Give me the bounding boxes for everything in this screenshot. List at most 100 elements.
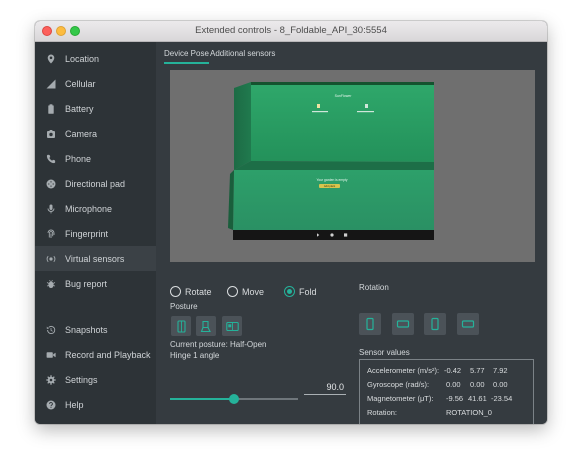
- tab-device-pose[interactable]: Device Pose: [164, 49, 209, 64]
- sidebar-item-settings[interactable]: Settings: [35, 367, 156, 392]
- mode-fold-label: Fold: [299, 286, 317, 297]
- device-pose-preview[interactable]: SunFlower Your garden is empty Add plant: [170, 70, 535, 262]
- radio-indicator: [227, 286, 238, 297]
- sensors-icon: [46, 254, 56, 264]
- sensor-values-label: Sensor values: [359, 348, 410, 357]
- history-icon: [46, 325, 56, 335]
- sidebar-item-fingerprint[interactable]: Fingerprint: [35, 221, 156, 246]
- posture-label: Posture: [170, 302, 198, 311]
- sensor-value: 7.92: [493, 366, 508, 375]
- sidebar-item-snapshots[interactable]: Snapshots: [35, 317, 156, 342]
- sidebar-item-label: Help: [65, 399, 84, 410]
- rotation-reverse-portrait-button[interactable]: [424, 313, 446, 335]
- hinge-angle-slider[interactable]: [170, 394, 298, 404]
- slider-fill: [170, 398, 234, 400]
- sidebar-item-label: Virtual sensors: [65, 253, 125, 264]
- sensor-value-rotation: ROTATION_0: [446, 408, 492, 417]
- device-screen-prompt: Your garden is empty: [316, 178, 347, 182]
- rotation-portrait-button[interactable]: [359, 313, 381, 335]
- sensor-value: 0.00: [493, 380, 508, 389]
- mode-rotate-label: Rotate: [185, 286, 212, 297]
- sensor-name-magnetometer: Magnetometer (μT):: [367, 394, 434, 403]
- sidebar-item-label: Record and Playback: [65, 349, 151, 360]
- help-icon: [46, 400, 56, 410]
- window-title: Extended controls - 8_Foldable_API_30:55…: [195, 25, 387, 36]
- gear-icon: [46, 374, 56, 385]
- posture-half-open-icon: [200, 320, 211, 332]
- signal-icon: [46, 79, 56, 89]
- tab-additional-sensors[interactable]: Additional sensors: [210, 49, 275, 58]
- main-panel: Device Pose Additional sensors SunFlower…: [156, 42, 547, 424]
- mode-move-radio[interactable]: Move: [227, 286, 264, 297]
- sidebar-item-location[interactable]: Location: [35, 46, 156, 71]
- sidebar-item-virtual-sensors[interactable]: Virtual sensors: [35, 246, 156, 271]
- sidebar-item-label: Camera: [65, 128, 98, 139]
- mode-rotate-radio[interactable]: Rotate: [170, 286, 212, 297]
- sidebar-item-label: Fingerprint: [65, 228, 109, 239]
- sensor-name-gyroscope: Gyroscope (rad/s):: [367, 380, 430, 389]
- landscape-icon: [396, 320, 410, 328]
- sensor-name-rotation: Rotation:: [367, 408, 398, 417]
- sidebar-item-label: Bug report: [65, 278, 108, 289]
- sidebar-item-help[interactable]: Help: [35, 392, 156, 417]
- portrait-icon: [366, 317, 374, 331]
- sensor-value: -9.56: [446, 394, 464, 403]
- reverse-portrait-icon: [431, 317, 439, 331]
- slider-thumb[interactable]: [229, 394, 239, 404]
- sidebar-item-cellular[interactable]: Cellular: [35, 71, 156, 96]
- rotation-label: Rotation: [359, 283, 389, 292]
- posture-closed-button[interactable]: [171, 316, 191, 336]
- sensor-value: 5.77: [470, 366, 485, 375]
- device-screen-button: Add plant: [324, 184, 336, 188]
- sidebar-item-battery[interactable]: Battery: [35, 96, 156, 121]
- sensor-value: 0.00: [446, 380, 461, 389]
- sensor-value: -23.54: [491, 394, 513, 403]
- sidebar-item-phone[interactable]: Phone: [35, 146, 156, 171]
- foldable-device-3d: SunFlower Your garden is empty Add plant: [228, 82, 434, 240]
- sidebar-item-label: Cellular: [65, 78, 96, 89]
- extended-controls-window: Extended controls - 8_Foldable_API_30:55…: [35, 21, 547, 424]
- sidebar-item-camera[interactable]: Camera: [35, 121, 156, 146]
- battery-icon: [46, 103, 56, 114]
- posture-open-button[interactable]: [222, 316, 242, 336]
- location-pin-icon: [46, 54, 56, 64]
- sidebar-item-label: Phone: [65, 153, 92, 164]
- rotation-landscape-button[interactable]: [392, 313, 414, 335]
- bug-icon: [46, 279, 56, 289]
- sidebar-item-record-and-playback[interactable]: Record and Playback: [35, 342, 156, 367]
- posture-half-open-button[interactable]: [196, 316, 216, 336]
- camera-icon: [46, 129, 56, 139]
- hinge-angle-label: Hinge 1 angle: [170, 351, 220, 360]
- sensor-value: -0.42: [444, 366, 462, 375]
- sidebar-item-label: Directional pad: [65, 178, 126, 189]
- posture-closed-icon: [176, 319, 186, 333]
- sensor-value: 41.61: [468, 394, 487, 403]
- sidebar-item-bug-report[interactable]: Bug report: [35, 271, 156, 296]
- phone-icon: [46, 154, 56, 164]
- dpad-icon: [46, 179, 56, 189]
- sidebar-item-label: Snapshots: [65, 324, 108, 335]
- hinge-angle-input[interactable]: [304, 381, 346, 395]
- radio-indicator: [170, 286, 181, 297]
- sensor-name-accelerometer: Accelerometer (m/s²):: [367, 366, 440, 375]
- sidebar-item-label: Location: [65, 53, 100, 64]
- reverse-landscape-icon: [461, 320, 475, 328]
- sidebar-item-microphone[interactable]: Microphone: [35, 196, 156, 221]
- sidebar-item-label: Settings: [65, 374, 98, 385]
- current-posture-text: Current posture: Half-Open: [170, 340, 267, 349]
- rotation-reverse-landscape-button[interactable]: [457, 313, 479, 335]
- sensor-values-panel: Accelerometer (m/s²): -0.42 5.77 7.92 Gy…: [359, 359, 534, 424]
- title-bar: Extended controls - 8_Foldable_API_30:55…: [35, 21, 547, 42]
- sidebar-item-label: Battery: [65, 103, 94, 114]
- record-icon: [46, 350, 56, 360]
- device-screen-title: SunFlower: [335, 94, 353, 98]
- posture-open-icon: [225, 321, 239, 331]
- sidebar-item-label: Microphone: [65, 203, 113, 214]
- sensor-value: 0.00: [470, 380, 485, 389]
- mode-fold-radio[interactable]: Fold: [284, 286, 317, 297]
- microphone-icon: [46, 204, 56, 214]
- sidebar: Location Cellular Battery Camera Phone D…: [35, 42, 156, 424]
- mode-move-label: Move: [242, 286, 265, 297]
- radio-indicator-selected: [284, 286, 295, 297]
- sidebar-item-directional-pad[interactable]: Directional pad: [35, 171, 156, 196]
